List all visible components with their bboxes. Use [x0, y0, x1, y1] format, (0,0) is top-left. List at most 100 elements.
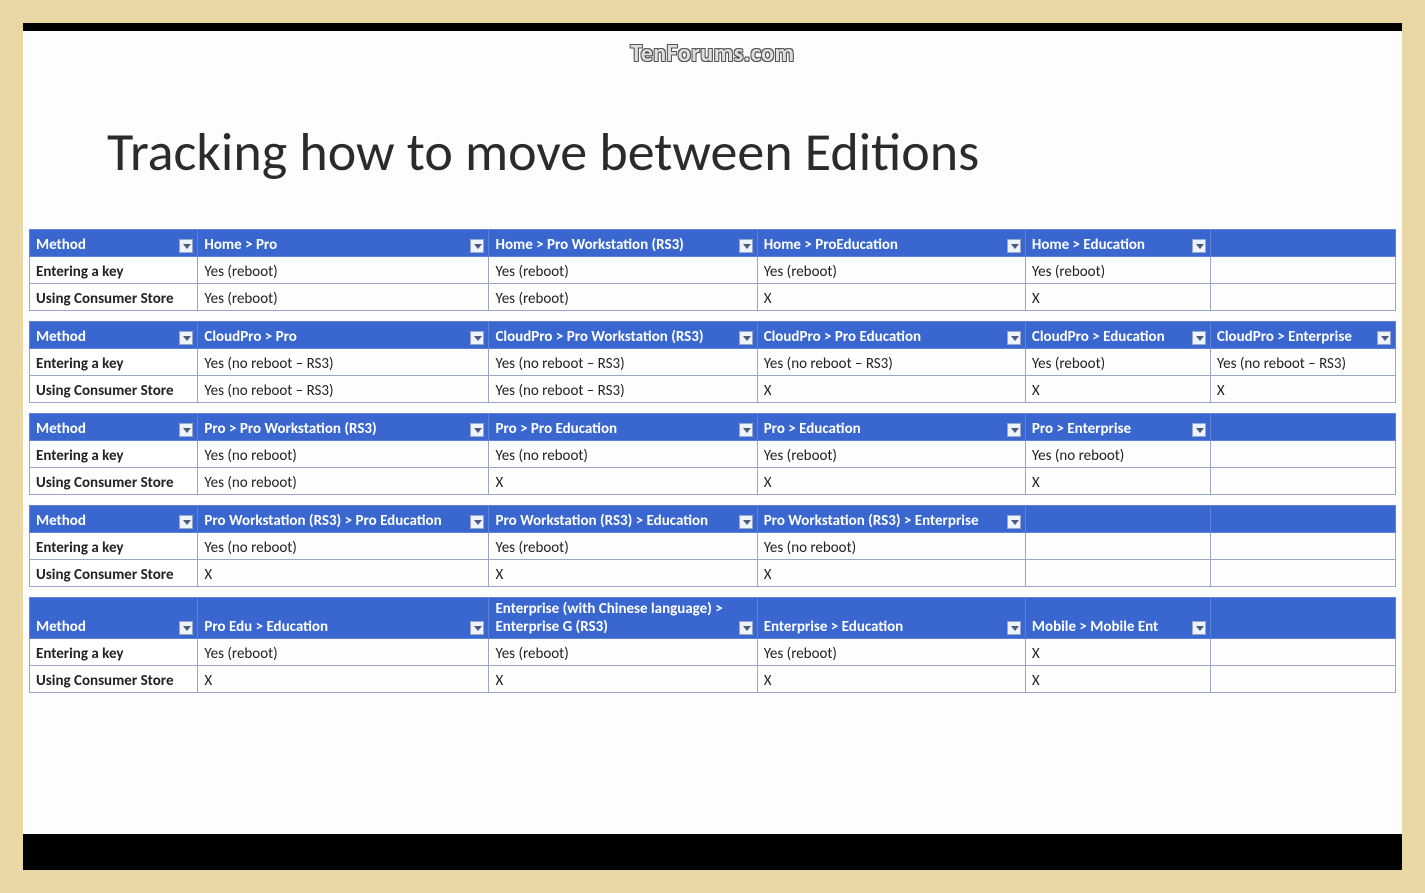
filter-dropdown-icon[interactable] [470, 331, 484, 345]
filter-dropdown-icon[interactable] [739, 239, 753, 253]
cell: X [489, 666, 757, 693]
cell: X [198, 560, 489, 587]
cell: Yes (no reboot) [198, 441, 489, 468]
cell: X [757, 284, 1025, 311]
col-header[interactable]: CloudPro > Pro [198, 322, 489, 349]
filter-dropdown-icon[interactable] [1377, 331, 1391, 345]
col-label: Pro Workstation (RS3) > Education [495, 512, 708, 530]
filter-dropdown-icon[interactable] [470, 423, 484, 437]
cell: Yes (reboot) [198, 284, 489, 311]
col-method[interactable]: Method [30, 322, 198, 349]
col-header[interactable]: Enterprise > Education [757, 598, 1025, 639]
col-header[interactable]: Pro > Education [757, 414, 1025, 441]
cell: X [757, 560, 1025, 587]
col-label: Home > Pro [204, 236, 277, 254]
watermark: TenForums.com [23, 39, 1402, 68]
filter-dropdown-icon[interactable] [1192, 423, 1206, 437]
col-header[interactable]: CloudPro > Education [1025, 322, 1210, 349]
col-label: Pro Workstation (RS3) > Enterprise [764, 512, 979, 530]
table-row: Using Consumer StoreXXXX [30, 666, 1396, 693]
filter-dropdown-icon[interactable] [739, 621, 753, 635]
filter-dropdown-icon[interactable] [1192, 239, 1206, 253]
cell [1210, 560, 1395, 587]
col-header[interactable]: Pro > Pro Workstation (RS3) [198, 414, 489, 441]
col-empty [1210, 414, 1395, 441]
col-header[interactable]: CloudPro > Pro Education [757, 322, 1025, 349]
col-method[interactable]: Method [30, 414, 198, 441]
col-label: CloudPro > Pro Education [764, 328, 921, 346]
filter-dropdown-icon[interactable] [179, 621, 193, 635]
col-label: Home > ProEducation [764, 236, 898, 254]
cell [1210, 284, 1395, 311]
col-label: CloudPro > Education [1032, 328, 1165, 346]
filter-dropdown-icon[interactable] [470, 515, 484, 529]
cell: Yes (reboot) [757, 441, 1025, 468]
row-label: Entering a key [30, 533, 198, 560]
cell: Yes (reboot) [489, 257, 757, 284]
cell: Yes (no reboot) [198, 468, 489, 495]
filter-dropdown-icon[interactable] [1007, 331, 1021, 345]
filter-dropdown-icon[interactable] [1192, 621, 1206, 635]
cell: Yes (reboot) [757, 257, 1025, 284]
edition-table: MethodCloudPro > ProCloudPro > Pro Works… [29, 321, 1396, 403]
edition-table: Method Pro Workstation (RS3) > Pro Educat… [29, 505, 1396, 587]
filter-dropdown-icon[interactable] [739, 423, 753, 437]
cell: X [1025, 639, 1210, 666]
col-header[interactable]: Pro Workstation (RS3) > Pro Education [198, 506, 489, 533]
cell [1210, 468, 1395, 495]
cell: Yes (reboot) [489, 284, 757, 311]
table-row: Entering a keyYes (reboot)Yes (reboot)Ye… [30, 257, 1396, 284]
col-header[interactable]: Home > Pro [198, 230, 489, 257]
col-header[interactable]: Pro > Enterprise [1025, 414, 1210, 441]
col-method[interactable]: Method [30, 230, 198, 257]
col-header[interactable]: Pro Workstation (RS3) > Education [489, 506, 757, 533]
col-header[interactable]: Pro Edu > Education [198, 598, 489, 639]
col-empty [1210, 230, 1395, 257]
filter-dropdown-icon[interactable] [1007, 239, 1021, 253]
filter-dropdown-icon[interactable] [739, 331, 753, 345]
letterbox-bottom [23, 834, 1402, 870]
table-row: Entering a keyYes (no reboot)Yes (reboot… [30, 533, 1396, 560]
filter-dropdown-icon[interactable] [1192, 331, 1206, 345]
filter-dropdown-icon[interactable] [1007, 515, 1021, 529]
col-header[interactable]: Home > Pro Workstation (RS3) [489, 230, 757, 257]
col-label: CloudPro > Enterprise [1217, 328, 1352, 346]
col-label: Pro > Enterprise [1032, 420, 1131, 438]
col-header[interactable]: CloudPro > Pro Workstation (RS3) [489, 322, 757, 349]
cell: Yes (reboot) [1025, 349, 1210, 376]
filter-dropdown-icon[interactable] [179, 331, 193, 345]
cell: Yes (no reboot) [489, 441, 757, 468]
col-empty [1025, 506, 1210, 533]
col-header[interactable]: Home > Education [1025, 230, 1210, 257]
table-row: Entering a keyYes (reboot)Yes (reboot)Ye… [30, 639, 1396, 666]
table-row: Using Consumer StoreYes (no reboot)XXX [30, 468, 1396, 495]
col-method[interactable]: Method [30, 506, 198, 533]
filter-dropdown-icon[interactable] [739, 515, 753, 529]
table-row: Using Consumer StoreYes (no reboot – RS3… [30, 376, 1396, 403]
filter-dropdown-icon[interactable] [179, 239, 193, 253]
col-header[interactable]: CloudPro > Enterprise [1210, 322, 1395, 349]
col-header[interactable]: Home > ProEducation [757, 230, 1025, 257]
filter-dropdown-icon[interactable] [470, 239, 484, 253]
filter-dropdown-icon[interactable] [179, 423, 193, 437]
edition-table: Method Home > Pro Home > Pro Workstation (… [29, 229, 1396, 311]
row-label: Using Consumer Store [30, 666, 198, 693]
col-header[interactable]: Pro Workstation (RS3) > Enterprise [757, 506, 1025, 533]
cell [1210, 533, 1395, 560]
col-header[interactable]: Pro > Pro Education [489, 414, 757, 441]
col-header[interactable]: Mobile > Mobile Ent [1025, 598, 1210, 639]
row-label: Using Consumer Store [30, 376, 198, 403]
cell: Yes (no reboot) [198, 533, 489, 560]
row-label: Using Consumer Store [30, 284, 198, 311]
col-header[interactable]: Enterprise (with Chinese language) > Ent… [489, 598, 757, 639]
cell: X [757, 666, 1025, 693]
cell: Yes (no reboot – RS3) [1210, 349, 1395, 376]
cell [1210, 639, 1395, 666]
col-method[interactable]: Method [30, 598, 198, 639]
filter-dropdown-icon[interactable] [179, 515, 193, 529]
col-label: Enterprise > Education [764, 618, 904, 636]
filter-dropdown-icon[interactable] [470, 621, 484, 635]
filter-dropdown-icon[interactable] [1007, 621, 1021, 635]
col-label: Pro Workstation (RS3) > Pro Education [204, 512, 441, 530]
filter-dropdown-icon[interactable] [1007, 423, 1021, 437]
